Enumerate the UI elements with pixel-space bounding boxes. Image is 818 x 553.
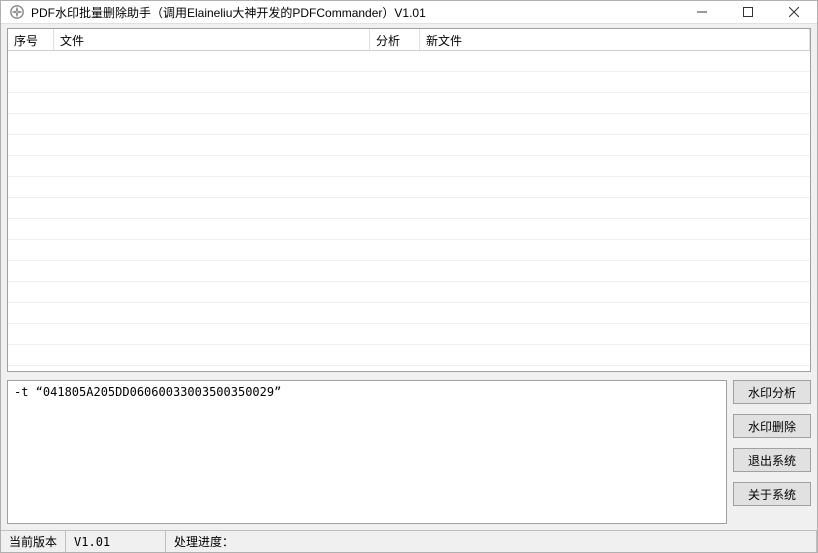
app-icon: [9, 4, 25, 20]
table-row: [8, 324, 810, 345]
maximize-button[interactable]: [725, 1, 771, 23]
column-newfile[interactable]: 新文件: [420, 29, 810, 50]
table-row: [8, 177, 810, 198]
table-row: [8, 345, 810, 366]
table-row: [8, 156, 810, 177]
status-progress-label: 处理进度：: [166, 531, 817, 552]
status-version-value: V1.01: [66, 531, 166, 552]
window-title: PDF水印批量删除助手（调用Elaineliu大神开发的PDFCommander…: [31, 4, 679, 21]
table-row: [8, 303, 810, 324]
table-row: [8, 282, 810, 303]
status-version-label: 当前版本: [1, 531, 66, 552]
about-system-button[interactable]: 关于系统: [733, 482, 811, 506]
window-controls: [679, 1, 817, 23]
lower-panel: 水印分析 水印删除 退出系统 关于系统: [7, 380, 811, 524]
file-grid[interactable]: 序号 文件 分析 新文件: [7, 28, 811, 372]
command-input[interactable]: [7, 380, 727, 524]
column-file[interactable]: 文件: [54, 29, 370, 50]
table-row: [8, 135, 810, 156]
grid-header: 序号 文件 分析 新文件: [8, 29, 810, 51]
table-row: [8, 114, 810, 135]
column-seq[interactable]: 序号: [8, 29, 54, 50]
table-row: [8, 93, 810, 114]
table-row: [8, 240, 810, 261]
delete-watermark-button[interactable]: 水印删除: [733, 414, 811, 438]
analyze-watermark-button[interactable]: 水印分析: [733, 380, 811, 404]
app-window: PDF水印批量删除助手（调用Elaineliu大神开发的PDFCommander…: [0, 0, 818, 553]
table-row: [8, 219, 810, 240]
exit-system-button[interactable]: 退出系统: [733, 448, 811, 472]
table-row: [8, 51, 810, 72]
table-row: [8, 198, 810, 219]
close-button[interactable]: [771, 1, 817, 23]
client-area: 序号 文件 分析 新文件: [1, 24, 817, 552]
title-bar: PDF水印批量删除助手（调用Elaineliu大神开发的PDFCommander…: [1, 1, 817, 24]
column-analysis[interactable]: 分析: [370, 29, 420, 50]
table-row: [8, 261, 810, 282]
grid-body[interactable]: [8, 51, 810, 372]
table-row: [8, 72, 810, 93]
minimize-button[interactable]: [679, 1, 725, 23]
button-column: 水印分析 水印删除 退出系统 关于系统: [733, 380, 811, 524]
status-bar: 当前版本 V1.01 处理进度：: [1, 530, 817, 552]
